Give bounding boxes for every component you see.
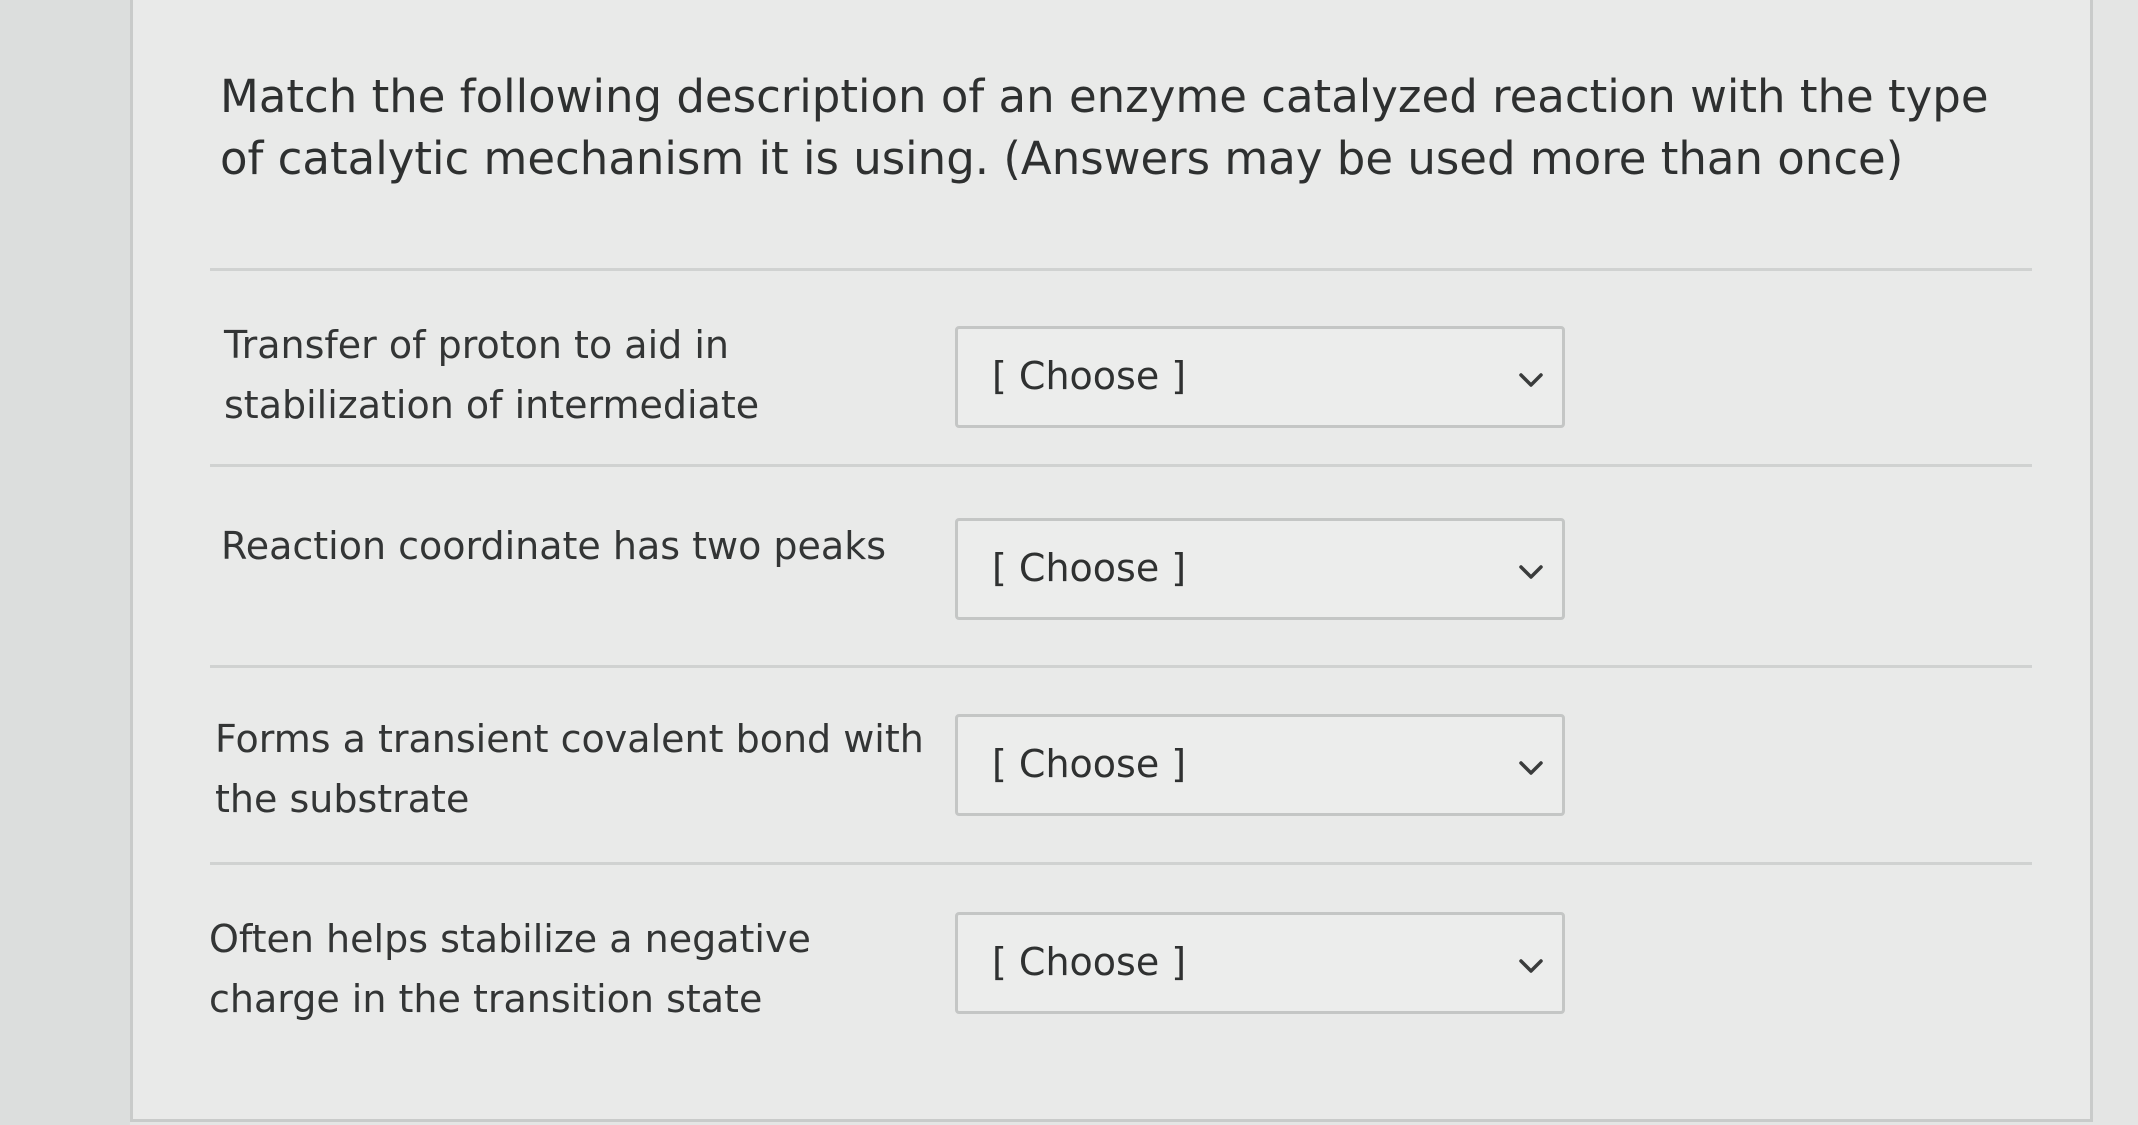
chevron-down-icon bbox=[1519, 959, 1543, 973]
divider bbox=[210, 268, 2032, 271]
question-prompt: Match the following description of an en… bbox=[220, 70, 1989, 185]
chevron-down-icon bbox=[1519, 565, 1543, 579]
match-item-label: Forms a transient covalent bond with the… bbox=[215, 717, 924, 821]
match-item-label: Transfer of proton to aid in stabilizati… bbox=[224, 323, 760, 427]
background-strip bbox=[0, 0, 130, 1125]
answer-dropdown[interactable]: [ Choose ] bbox=[955, 714, 1565, 816]
dropdown-selected-value: [ Choose ] bbox=[992, 940, 1187, 984]
match-item-label: Reaction coordinate has two peaks bbox=[221, 524, 887, 568]
match-item-label: Often helps stabilize a negative charge … bbox=[209, 917, 811, 1021]
answer-dropdown[interactable]: [ Choose ] bbox=[955, 912, 1565, 1014]
answer-dropdown[interactable]: [ Choose ] bbox=[955, 326, 1565, 428]
chevron-down-icon bbox=[1519, 761, 1543, 775]
divider bbox=[210, 862, 2032, 865]
dropdown-selected-value: [ Choose ] bbox=[992, 546, 1187, 590]
divider bbox=[210, 464, 2032, 467]
chevron-down-icon bbox=[1519, 373, 1543, 387]
dropdown-selected-value: [ Choose ] bbox=[992, 354, 1187, 398]
answer-dropdown[interactable]: [ Choose ] bbox=[955, 518, 1565, 620]
divider bbox=[210, 665, 2032, 668]
dropdown-selected-value: [ Choose ] bbox=[992, 742, 1187, 786]
